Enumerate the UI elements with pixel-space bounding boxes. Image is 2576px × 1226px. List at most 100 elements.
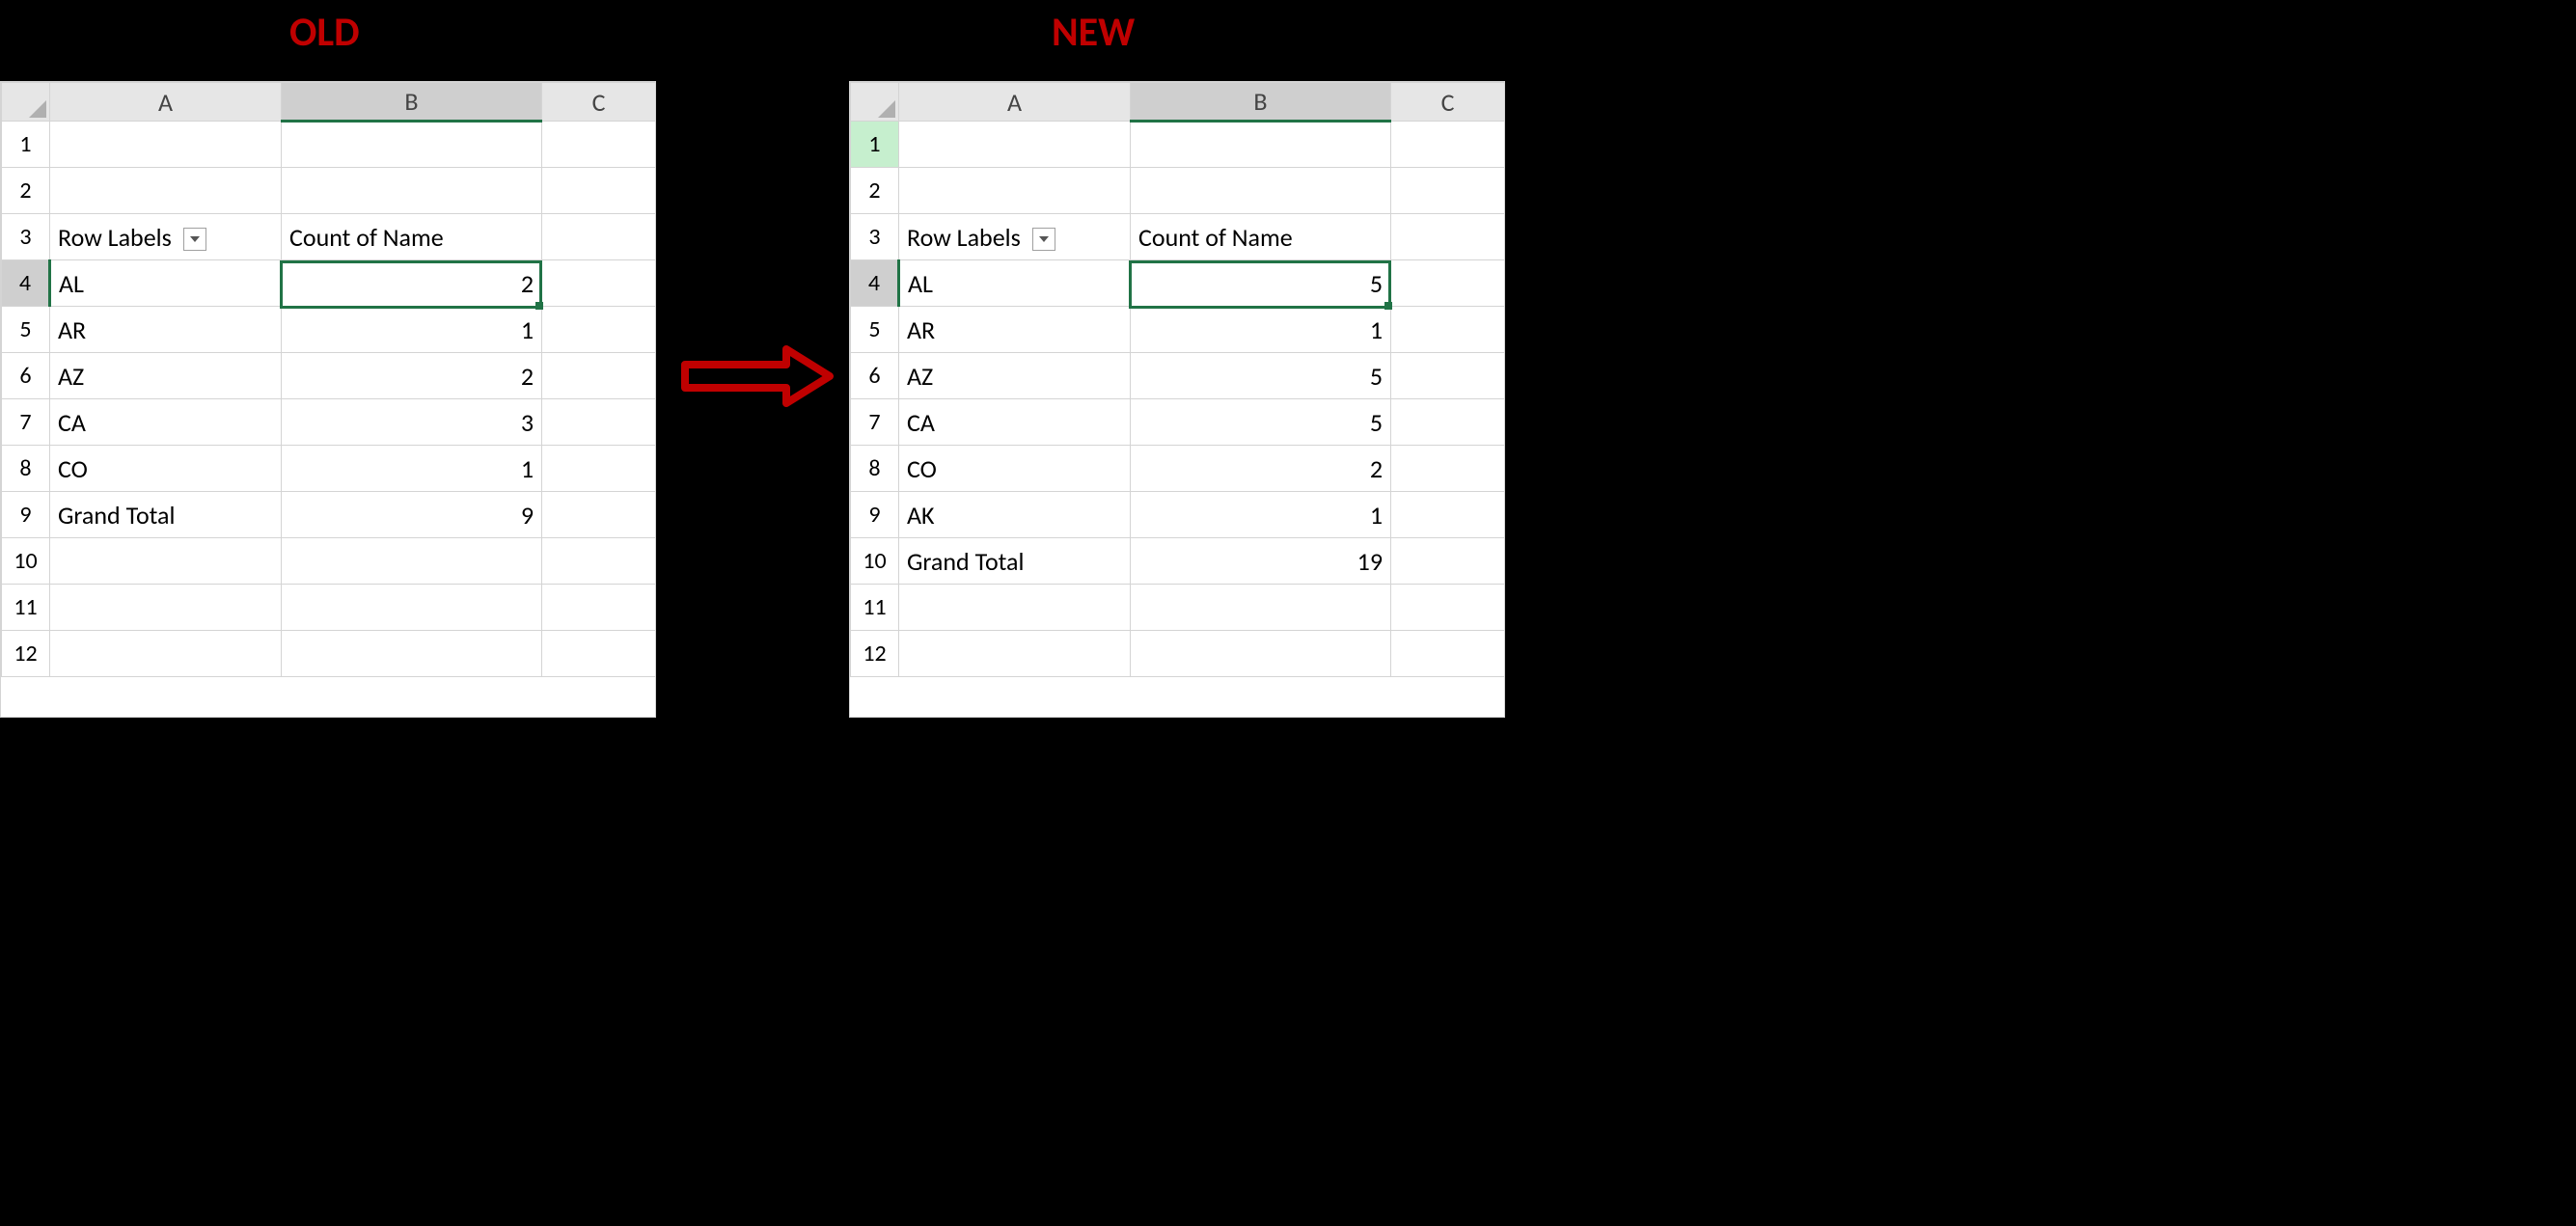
col-header-c[interactable]: C [1391, 83, 1505, 122]
cell[interactable] [1391, 399, 1505, 446]
cell[interactable] [1391, 631, 1505, 677]
col-header-a[interactable]: A [50, 83, 282, 122]
cell[interactable] [1391, 538, 1505, 585]
pivot-rowlabels-header[interactable]: Row Labels [50, 214, 282, 260]
cell[interactable] [542, 214, 656, 260]
pivot-row-value[interactable]: 1 [282, 307, 542, 353]
cell[interactable] [1391, 168, 1505, 214]
pivot-row-label[interactable]: AR [50, 307, 282, 353]
cell[interactable] [899, 122, 1131, 168]
cell[interactable] [1391, 446, 1505, 492]
row-header[interactable]: 5 [2, 307, 50, 353]
row-header[interactable]: 9 [851, 492, 899, 538]
cell[interactable] [282, 631, 542, 677]
cell[interactable] [282, 168, 542, 214]
pivot-row-value[interactable]: 2 [282, 353, 542, 399]
cell[interactable] [542, 399, 656, 446]
pivot-row-value[interactable]: 3 [282, 399, 542, 446]
row-header[interactable]: 8 [2, 446, 50, 492]
pivot-row-label[interactable]: CO [899, 446, 1131, 492]
row-header[interactable]: 6 [2, 353, 50, 399]
row-header[interactable]: 8 [851, 446, 899, 492]
row-header[interactable]: 5 [851, 307, 899, 353]
row-header[interactable]: 12 [2, 631, 50, 677]
old-grid[interactable]: A B C 1 2 3 Row Labels Count of Name 4AL… [1, 82, 656, 677]
cell[interactable] [50, 585, 282, 631]
cell[interactable] [1131, 122, 1391, 168]
cell[interactable] [542, 307, 656, 353]
pivot-row-label[interactable]: AZ [50, 353, 282, 399]
pivot-row-label[interactable]: CO [50, 446, 282, 492]
row-header[interactable]: 2 [851, 168, 899, 214]
cell[interactable] [1391, 214, 1505, 260]
row-header[interactable]: 12 [851, 631, 899, 677]
row-header[interactable]: 10 [2, 538, 50, 585]
row-header[interactable]: 4 [2, 260, 50, 307]
cell[interactable] [542, 631, 656, 677]
pivot-row-label[interactable]: CA [899, 399, 1131, 446]
pivot-row-value[interactable]: 1 [1131, 307, 1391, 353]
cell[interactable] [542, 260, 656, 307]
pivot-row-value[interactable]: 1 [1131, 492, 1391, 538]
col-header-b[interactable]: B [282, 83, 542, 122]
cell[interactable] [899, 168, 1131, 214]
cell[interactable] [1391, 353, 1505, 399]
cell[interactable] [282, 538, 542, 585]
pivot-row-value[interactable]: 5 [1131, 399, 1391, 446]
pivot-row-label[interactable]: AK [899, 492, 1131, 538]
cell[interactable] [50, 631, 282, 677]
pivot-row-label[interactable]: AZ [899, 353, 1131, 399]
row-header[interactable]: 2 [2, 168, 50, 214]
pivot-row-value[interactable]: 2 [282, 260, 542, 307]
grand-total-label[interactable]: Grand Total [50, 492, 282, 538]
pivot-row-value[interactable]: 5 [1131, 353, 1391, 399]
cell[interactable] [1391, 260, 1505, 307]
cell[interactable] [542, 538, 656, 585]
row-header[interactable]: 4 [851, 260, 899, 307]
cell[interactable] [1391, 492, 1505, 538]
cell[interactable] [282, 122, 542, 168]
row-header[interactable]: 1 [2, 122, 50, 168]
cell[interactable] [50, 168, 282, 214]
cell[interactable] [1131, 631, 1391, 677]
cell[interactable] [1391, 122, 1505, 168]
cell[interactable] [542, 585, 656, 631]
row-header[interactable]: 10 [851, 538, 899, 585]
cell[interactable] [1391, 585, 1505, 631]
row-header[interactable]: 3 [851, 214, 899, 260]
pivot-count-header[interactable]: Count of Name [282, 214, 542, 260]
pivot-row-label[interactable]: AL [50, 260, 282, 307]
cell[interactable] [899, 585, 1131, 631]
pivot-row-value[interactable]: 2 [1131, 446, 1391, 492]
cell[interactable] [1131, 585, 1391, 631]
pivot-row-value[interactable]: 5 [1131, 260, 1391, 307]
cell[interactable] [542, 122, 656, 168]
select-all-corner[interactable] [851, 83, 899, 122]
cell[interactable] [899, 631, 1131, 677]
select-all-corner[interactable] [2, 83, 50, 122]
grand-total-value[interactable]: 9 [282, 492, 542, 538]
row-header[interactable]: 6 [851, 353, 899, 399]
row-header[interactable]: 11 [851, 585, 899, 631]
pivot-count-header[interactable]: Count of Name [1131, 214, 1391, 260]
row-header[interactable]: 1 [851, 122, 899, 168]
cell[interactable] [1391, 307, 1505, 353]
pivot-row-label[interactable]: CA [50, 399, 282, 446]
filter-dropdown-icon[interactable] [183, 228, 206, 251]
pivot-row-value[interactable]: 1 [282, 446, 542, 492]
cell[interactable] [542, 446, 656, 492]
cell[interactable] [50, 538, 282, 585]
pivot-rowlabels-header[interactable]: Row Labels [899, 214, 1131, 260]
col-header-b[interactable]: B [1131, 83, 1391, 122]
pivot-row-label[interactable]: AL [899, 260, 1131, 307]
row-header[interactable]: 9 [2, 492, 50, 538]
filter-dropdown-icon[interactable] [1032, 228, 1055, 251]
row-header[interactable]: 3 [2, 214, 50, 260]
cell[interactable] [282, 585, 542, 631]
row-header[interactable]: 7 [851, 399, 899, 446]
cell[interactable] [542, 353, 656, 399]
cell[interactable] [542, 492, 656, 538]
grand-total-value[interactable]: 19 [1131, 538, 1391, 585]
cell[interactable] [542, 168, 656, 214]
cell[interactable] [1131, 168, 1391, 214]
